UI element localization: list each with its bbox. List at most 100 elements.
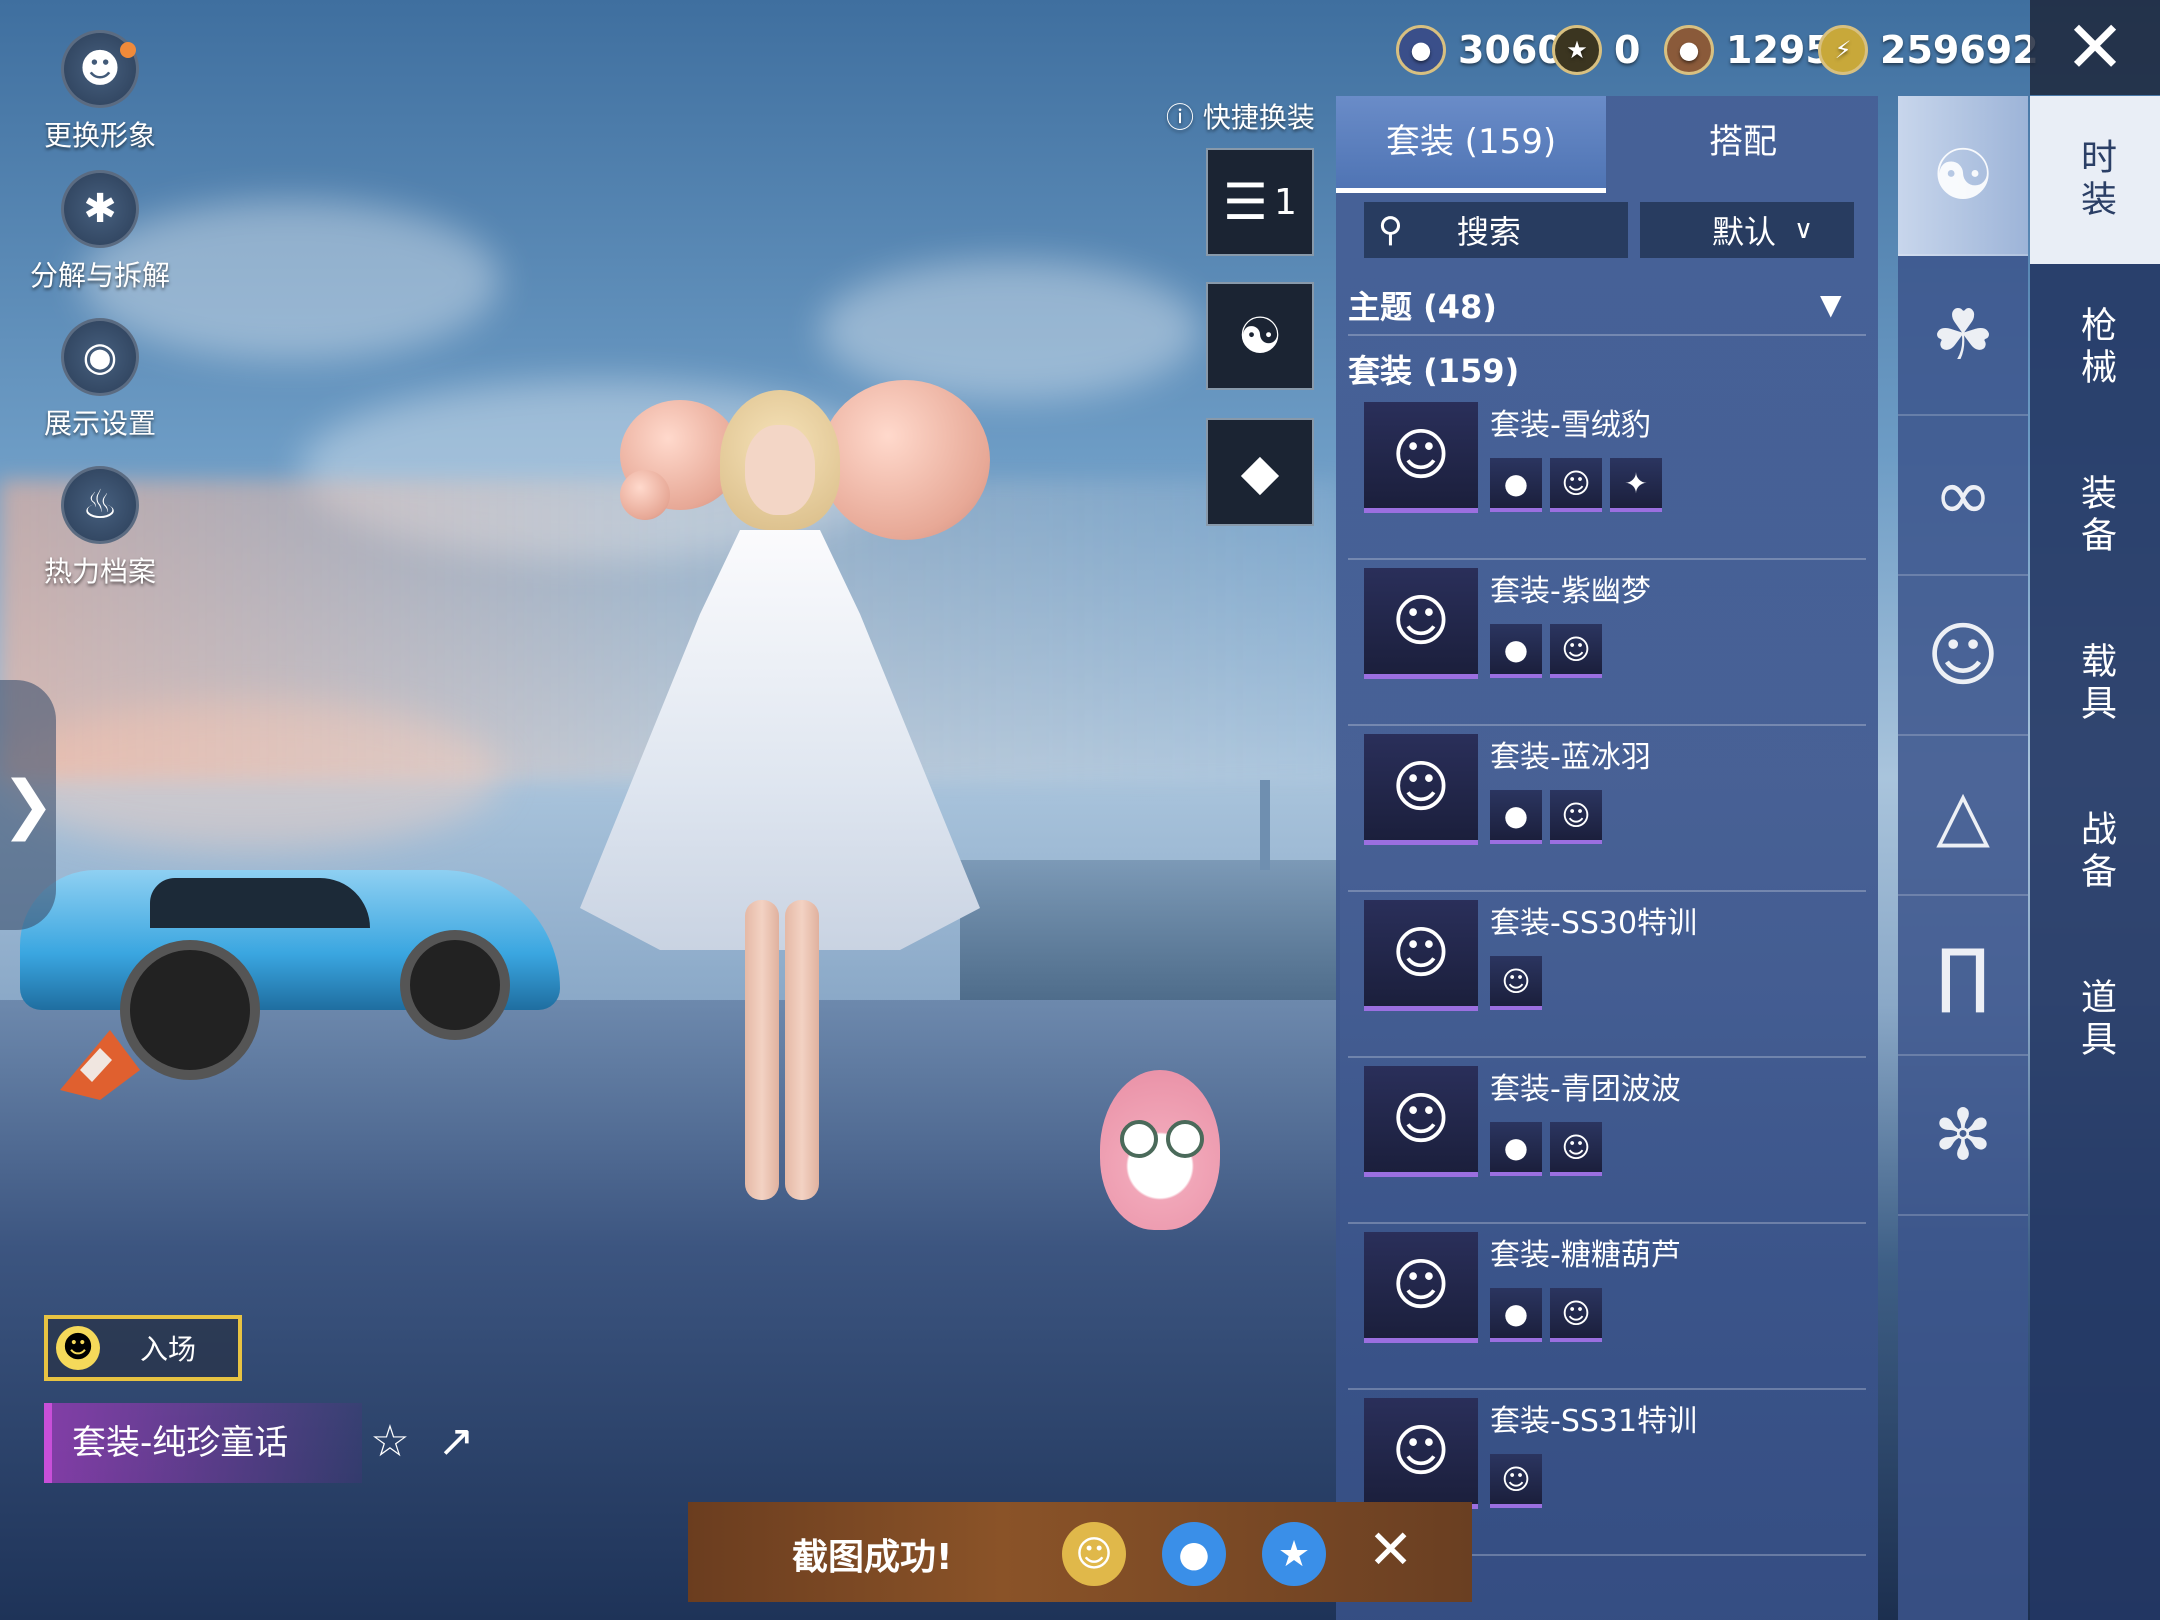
list-item[interactable]: ☺ 套装-青团波波 ● ☺ (1348, 1056, 1866, 1224)
sub-item-thumb: ☺ (1550, 458, 1602, 512)
currency-3-value: 1295 (1726, 28, 1832, 72)
item-name: 套装-糖糖葫芦 (1490, 1238, 1681, 1273)
item-name: 套装-雪绒豹 (1490, 408, 1651, 443)
display-settings-button[interactable]: ◉ 展示设置 (20, 318, 180, 442)
category-full-set[interactable]: ☯ (1898, 96, 2028, 256)
close-icon[interactable]: ✕ (1368, 1518, 1413, 1581)
help-icon: ⓘ (1166, 101, 1195, 134)
sets-section: 套装 (159) (1348, 352, 1520, 390)
decompose-label: 分解与拆解 (29, 259, 170, 292)
theme-section[interactable]: 主题 (48) (1348, 282, 1497, 328)
qq-icon[interactable]: ● (1162, 1522, 1226, 1586)
outfit-thumb: ☺ (1364, 734, 1478, 845)
close-button[interactable]: ✕ (2030, 0, 2160, 95)
shirt-icon: △ (1936, 774, 1990, 856)
outfit-thumb: ☺ (1364, 1232, 1478, 1343)
eye-icon: ◉ (61, 318, 139, 396)
category-top[interactable]: △ (1898, 736, 2028, 896)
item-name: 套装-SS31特训 (1490, 1404, 1698, 1439)
sub-item-thumb: ☺ (1550, 624, 1602, 678)
entry-label: 入场 (140, 1333, 197, 1366)
outfit-panel: 套装 (159) 搭配 ⚲ 搜索 默认 ∨ 主题 (48) ▼ 套装 (159)… (1336, 96, 1878, 1620)
quick-slot-3[interactable]: ◆ (1206, 418, 1314, 526)
item-name: 套装-青团波波 (1490, 1072, 1681, 1107)
toast-text: 截图成功! (792, 1537, 953, 1578)
currency-2-value: 0 (1614, 28, 1641, 72)
screenshot-toast: 截图成功! ☺ ● ★ ✕ (688, 1502, 1472, 1602)
chevron-down-icon: ∨ (1794, 215, 1814, 245)
caret-down-icon[interactable]: ▼ (1820, 288, 1842, 321)
entry-emote-button[interactable]: ☻ 入场 (44, 1315, 242, 1381)
outfit-thumb: ☺ (1364, 402, 1478, 513)
list-item[interactable]: ☺ 套装-雪绒豹 ● ☺ ✦ (1348, 392, 1866, 560)
share-icon[interactable]: ↗ (430, 1416, 482, 1468)
right-tabs: 时装 枪械 装备 载具 战备 道具 (2030, 96, 2160, 1620)
tab-fashion[interactable]: 时装 (2030, 96, 2160, 264)
player-avatar (520, 380, 1040, 1260)
sub-item-thumb: ☺ (1490, 956, 1542, 1010)
heat-archive-button[interactable]: ♨ 热力档案 (20, 466, 180, 590)
sub-item-thumb: ☺ (1550, 1288, 1602, 1342)
coupon-icon: ★ (1552, 25, 1602, 75)
currency-1: ● 3060 (1396, 22, 1564, 78)
category-hair[interactable]: ☘ (1898, 256, 2028, 416)
category-glasses[interactable]: ∞ (1898, 416, 2028, 576)
display-settings-label: 展示设置 (43, 407, 156, 440)
tab-vehicles[interactable]: 载具 (2030, 600, 2160, 768)
hanger-icon: ☰ (1223, 173, 1268, 231)
tab-sets[interactable]: 套装 (159) (1336, 96, 1606, 193)
list-item[interactable]: ☺ 套装-糖糖葫芦 ● ☺ (1348, 1222, 1866, 1390)
search-icon: ⚲ (1378, 210, 1403, 250)
sort-label: 默认 (1712, 213, 1777, 251)
category-strip: ☯ ☘ ∞ ☺ △ ∏ ✼ (1898, 96, 2028, 1620)
star-icon[interactable]: ☆ (364, 1416, 416, 1468)
tab-combat-gear[interactable]: 战备 (2030, 768, 2160, 936)
token-icon: ● (1396, 25, 1446, 75)
currency-2: ★ 0 (1552, 22, 1640, 78)
traffic-cone (60, 1030, 140, 1100)
close-icon: ✕ (2064, 5, 2126, 89)
sort-dropdown[interactable]: 默认 ∨ (1640, 202, 1854, 258)
quick-change-text: 快捷换装 (1202, 101, 1315, 134)
list-item[interactable]: ☺ 套装-蓝冰羽 ● ☺ (1348, 724, 1866, 892)
tab-mix[interactable]: 搭配 (1608, 96, 1878, 188)
copper-coin-icon: ● (1664, 25, 1714, 75)
current-outfit-name: 套装-纯珍童话 (44, 1403, 362, 1483)
decompose-button[interactable]: ✱ 分解与拆解 (20, 170, 180, 294)
outfit-thumb: ☺ (1364, 900, 1478, 1011)
qzone-icon[interactable]: ★ (1262, 1522, 1326, 1586)
expand-side-tab[interactable]: ❯ (0, 680, 56, 930)
quick-change-label[interactable]: ⓘ 快捷换装 (1166, 96, 1315, 136)
mask-icon: ☺ (1926, 614, 2000, 696)
change-avatar-button[interactable]: ☻ 更换形象 (20, 30, 180, 154)
currency-4-value: 259692 (1880, 28, 2039, 72)
quick-slot-2[interactable]: ☯ (1206, 282, 1314, 390)
currency-3: ● 1295 (1664, 22, 1832, 78)
outfit-thumb: ☺ (1364, 568, 1478, 679)
tab-equipment[interactable]: 装备 (2030, 432, 2160, 600)
category-pants[interactable]: ∏ (1898, 896, 2028, 1056)
change-avatar-label: 更换形象 (43, 119, 156, 152)
puzzle-icon: ✱ (61, 170, 139, 248)
tab-guns[interactable]: 枪械 (2030, 264, 2160, 432)
heat-archive-label: 热力档案 (43, 555, 156, 588)
quick-slot-number: 1 (1273, 181, 1297, 223)
item-name: 套装-紫幽梦 (1490, 574, 1651, 609)
search-input[interactable]: ⚲ 搜索 (1364, 202, 1628, 258)
diamond-icon: ◆ (1240, 443, 1280, 501)
currency-4: ⚡ 259692 (1818, 22, 2039, 78)
smile-icon: ☻ (56, 1326, 100, 1370)
tab-props[interactable]: 道具 (2030, 936, 2160, 1104)
outfit-pair-icon: ☯ (1237, 307, 1283, 365)
item-name: 套装-SS30特训 (1490, 906, 1698, 941)
sub-item-thumb: ☺ (1550, 1122, 1602, 1176)
flame-icon: ♨ (61, 466, 139, 544)
quick-slot-1[interactable]: ☰ 1 (1206, 148, 1314, 256)
share-friend-icon[interactable]: ☺ (1062, 1522, 1126, 1586)
pet-companion (1090, 1050, 1230, 1260)
category-shoes[interactable]: ✼ (1898, 1056, 2028, 1216)
list-item[interactable]: ☺ 套装-紫幽梦 ● ☺ (1348, 558, 1866, 726)
category-mask[interactable]: ☺ (1898, 576, 2028, 736)
list-item[interactable]: ☺ 套装-SS30特训 ☺ (1348, 890, 1866, 1058)
hair-icon: ☘ (1931, 294, 1995, 376)
